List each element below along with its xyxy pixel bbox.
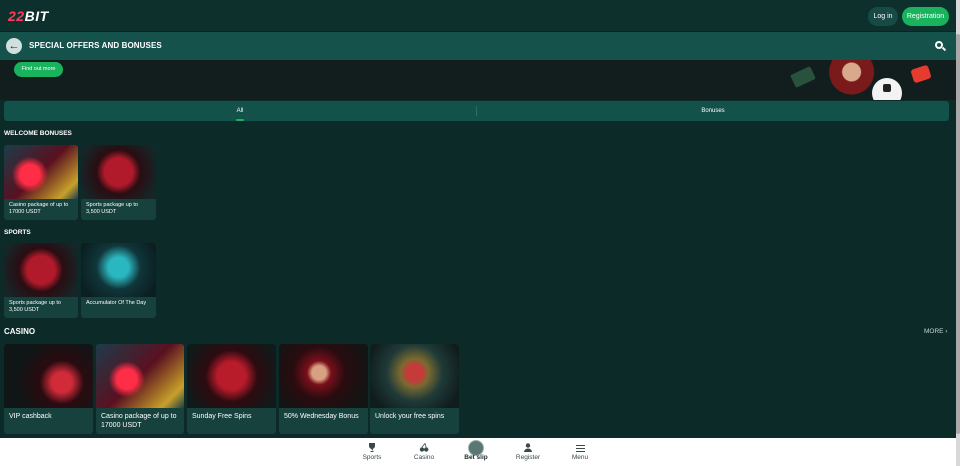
unlock-spins-image (370, 344, 459, 408)
promo-card-label: VIP cashback (9, 413, 52, 420)
casino-package-image (96, 344, 184, 408)
promo-card-label: Accumulator Of The Day (86, 300, 147, 306)
casino-package-image (4, 145, 78, 199)
nav-label: Sports (362, 454, 382, 461)
nav-label: Bet slip (464, 454, 488, 461)
banner-cash-image (790, 66, 816, 88)
promo-card-label: Sunday Free Spins (192, 413, 252, 420)
promo-card-wednesday-bonus[interactable]: 50% Wednesday Bonus (279, 344, 368, 434)
nav-bet-slip[interactable]: Bet slip (451, 438, 501, 466)
promo-card-label: Casino package of up to 17000 USDT (101, 413, 177, 429)
casino-section-title: CASINO (4, 327, 36, 336)
nav-label: Register (515, 454, 541, 461)
registration-button[interactable]: Registration (902, 7, 949, 26)
sports-section-title: SPORTS (4, 229, 31, 236)
promo-card-sunday-free-spins[interactable]: Sunday Free Spins (187, 344, 276, 434)
page-scrollbar[interactable] (956, 0, 960, 466)
find-out-more-button[interactable]: Find out more (14, 62, 63, 77)
welcome-bonuses-title: WELCOME BONUSES (4, 130, 72, 137)
tab-all[interactable]: All (4, 101, 476, 121)
page-title: SPECIAL OFFERS AND BONUSES (29, 41, 162, 50)
nav-register[interactable]: Register (503, 438, 553, 466)
nav-menu[interactable]: Menu (555, 438, 605, 466)
promo-card-unlock-free-spins[interactable]: Unlock your free spins (370, 344, 459, 434)
back-arrow-icon[interactable]: ← (6, 38, 22, 54)
nav-casino[interactable]: Casino (399, 438, 449, 466)
filter-tabs: All Bonuses (4, 101, 949, 121)
nav-sports[interactable]: Sports (347, 438, 397, 466)
promo-card-label: 50% Wednesday Bonus (284, 413, 359, 420)
sports-package-image (4, 243, 78, 297)
page-title-bar: ← SPECIAL OFFERS AND BONUSES (0, 32, 956, 60)
wednesday-bonus-image (279, 344, 368, 408)
nav-label: Menu (571, 454, 589, 461)
promo-card-label: Sports package up to 3,500 USDT (9, 300, 61, 313)
active-tab-indicator (236, 119, 244, 121)
nav-label: Casino (413, 454, 435, 461)
promo-card-accumulator[interactable]: Accumulator Of The Day (81, 243, 156, 318)
banner-chip-image (910, 64, 932, 84)
login-button[interactable]: Log in (868, 7, 898, 26)
person-icon (524, 443, 532, 452)
accumulator-image (81, 243, 156, 297)
promo-card-casino-package[interactable]: Casino package of up to 17000 USDT (96, 344, 184, 434)
promo-banner: Find out more (0, 60, 956, 100)
casino-more-link[interactable]: MORE › (924, 328, 947, 335)
cherries-icon (419, 443, 429, 452)
vip-cashback-image (4, 344, 93, 408)
banner-football-image (872, 78, 902, 100)
menu-icon (575, 443, 585, 452)
free-spins-image (187, 344, 276, 408)
promo-card-label: Sports package up to 3,500 USDT (86, 202, 138, 215)
top-header: 22BIT Log in Registration (0, 0, 956, 32)
promo-card-sports-package[interactable]: Sports package up to 3,500 USDT (81, 145, 156, 220)
sports-package-image (81, 145, 156, 199)
promo-card-label: Unlock your free spins (375, 413, 445, 420)
bottom-navigation: Sports Casino Bet slip Register Menu (0, 438, 956, 466)
promo-card-vip-cashback[interactable]: VIP cashback (4, 344, 93, 434)
scrollbar-thumb[interactable] (956, 34, 960, 434)
trophy-icon (369, 443, 375, 452)
promo-card-sports-package[interactable]: Sports package up to 3,500 USDT (4, 243, 78, 318)
promo-card-label: Casino package of up to 17000 USDT (9, 202, 69, 215)
site-logo[interactable]: 22BIT (8, 8, 49, 24)
promo-card-casino-package[interactable]: Casino package of up to 17000 USDT (4, 145, 78, 220)
search-icon[interactable] (932, 38, 948, 54)
tab-bonuses[interactable]: Bonuses (477, 101, 949, 121)
